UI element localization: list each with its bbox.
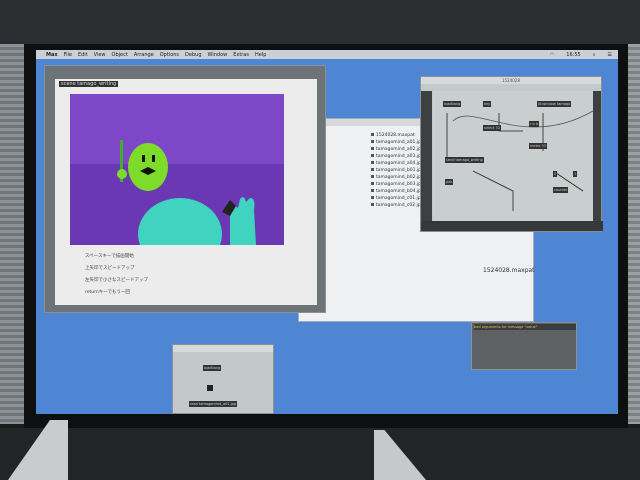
- patch-object[interactable]: 1: [573, 171, 578, 177]
- menu-window[interactable]: Window: [208, 52, 228, 58]
- patch-object[interactable]: counter: [553, 187, 569, 193]
- bird-eye-right: [152, 155, 155, 162]
- preview-filename: 1524028.maxpat: [483, 267, 535, 274]
- bird-stick-knob: [117, 169, 127, 179]
- max-console-window: bad arguments for message "value": [471, 322, 577, 370]
- patch-object[interactable]: key: [483, 101, 492, 107]
- menu-app-name[interactable]: Max: [46, 52, 58, 58]
- window-blind-left: [0, 44, 26, 424]
- menu-arrange[interactable]: Arrange: [134, 52, 154, 58]
- file-item[interactable]: tamagomind_b02.jpg: [371, 175, 424, 180]
- menu-view[interactable]: View: [94, 52, 106, 58]
- patcher-canvas[interactable]: loadbang key jit.window tamago select 32…: [433, 91, 599, 221]
- patch-object[interactable]: read tamagomind_a01.jpg: [189, 401, 238, 407]
- room-backdrop: Max File Edit View Object Arrange Option…: [0, 0, 640, 480]
- menu-options[interactable]: Options: [160, 52, 179, 58]
- menu-debug[interactable]: Debug: [185, 52, 201, 58]
- file-item[interactable]: tamagomind_a01.jpg: [371, 140, 424, 145]
- subpatch-window: loadbang read tamagomind_a01.jpg: [172, 344, 274, 414]
- file-item[interactable]: tamagomind_a04.jpg: [371, 161, 424, 166]
- file-item[interactable]: tamagomind_a02.jpg: [371, 147, 424, 152]
- patch-object[interactable]: t b b: [529, 121, 540, 127]
- patch-object[interactable]: jit.window tamago: [537, 101, 572, 107]
- patch-object[interactable]: loadbang: [443, 101, 462, 107]
- clock[interactable]: 16:55: [566, 52, 580, 58]
- wifi-icon[interactable]: ◠: [550, 52, 554, 58]
- menu-file[interactable]: File: [64, 52, 72, 58]
- file-item[interactable]: 1524028.maxpat: [371, 133, 415, 138]
- floor: [0, 428, 640, 480]
- file-item[interactable]: tamagomind_b03.jpg: [371, 182, 424, 187]
- menu-extras[interactable]: Extras: [233, 52, 249, 58]
- menu-edit[interactable]: Edit: [78, 52, 88, 58]
- instruction-text: 左矢印で小さなスピードアップ: [85, 278, 148, 283]
- file-item[interactable]: tamagomind_b01.jpg: [371, 168, 424, 173]
- patcher-bottom-toolbar[interactable]: [421, 221, 603, 231]
- character-body: [138, 198, 222, 245]
- window-blind-right: [626, 44, 640, 424]
- file-item[interactable]: tamagomind_a03.jpg: [371, 154, 424, 159]
- file-item[interactable]: tamagomind_c02.jpg: [371, 203, 423, 208]
- menu-object[interactable]: Object: [112, 52, 128, 58]
- patcher-window: 1524028 loadbang key jit.window tamago s…: [420, 76, 603, 232]
- presentation-panel: scene tamago_writing スペースキーで描画開始 上矢印でスピー…: [55, 79, 317, 305]
- menu-bar: Max File Edit View Object Arrange Option…: [36, 50, 618, 59]
- patcher-titlebar[interactable]: 1524028: [421, 77, 601, 84]
- wall: [0, 0, 640, 44]
- console-error-message[interactable]: bad arguments for message "value": [474, 324, 576, 330]
- patch-object[interactable]: 0: [553, 171, 558, 177]
- subpatch-titlebar[interactable]: [173, 345, 273, 352]
- patch-cords: [446, 110, 594, 211]
- patch-object[interactable]: send tamago_writing: [445, 157, 484, 163]
- bang-button[interactable]: [207, 385, 213, 391]
- scene-label[interactable]: scene tamago_writing: [59, 81, 119, 87]
- patch-object[interactable]: select 32: [483, 125, 501, 131]
- patcher-left-toolbar[interactable]: [421, 91, 432, 221]
- scene-drawing: [117, 140, 256, 245]
- patch-object[interactable]: loadbang: [203, 365, 222, 371]
- search-icon[interactable]: ⌕: [593, 52, 596, 58]
- instruction-text: 上矢印でスピードアップ: [85, 266, 135, 271]
- desktop-screen: Max File Edit View Object Arrange Option…: [36, 50, 618, 414]
- presentation-window: scene tamago_writing スペースキーで描画開始 上矢印でスピー…: [44, 65, 326, 313]
- file-item[interactable]: tamagomind_c01.jpg: [371, 196, 423, 201]
- menu-help[interactable]: Help: [255, 52, 266, 58]
- menu-list-icon[interactable]: ☰: [608, 52, 612, 58]
- instruction-text: スペースキーで描画開始: [85, 254, 134, 259]
- instruction-text: returnキーでもう一回: [85, 290, 130, 295]
- jitter-canvas[interactable]: [70, 94, 284, 245]
- bird-eye-left: [142, 155, 145, 162]
- patch-object[interactable]: pak: [445, 179, 454, 185]
- patch-object[interactable]: metro 33: [529, 143, 548, 149]
- patcher-right-toolbar[interactable]: [593, 91, 601, 221]
- file-item[interactable]: tamagomind_b04.jpg: [371, 189, 424, 194]
